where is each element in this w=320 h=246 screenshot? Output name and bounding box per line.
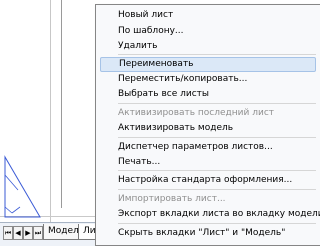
context-menu: Новый лист По шаблону... Удалить Переиме… (95, 4, 320, 246)
last-tab-button[interactable]: ⏭ (33, 226, 43, 240)
menu-separator (118, 54, 316, 55)
menu-item-activate-last[interactable]: Активизировать последний лист (118, 106, 274, 121)
menu-separator (118, 170, 316, 171)
menu-item-delete[interactable]: Удалить (118, 39, 157, 54)
menu-separator (118, 103, 316, 104)
first-tab-button[interactable]: ⏮ (3, 226, 13, 240)
menu-item-page-setup-manager[interactable]: Диспетчер параметров листов... (118, 140, 273, 155)
menu-item-move-copy[interactable]: Переместить/копировать... (118, 72, 247, 87)
menu-item-select-all[interactable]: Выбрать все листы (118, 87, 209, 102)
menu-item-import-sheet[interactable]: Импортировать лист... (118, 192, 226, 207)
menu-item-print[interactable]: Печать... (118, 155, 160, 170)
menu-item-export-to-model[interactable]: Экспорт вкладки листа во вкладку модели.… (118, 207, 320, 222)
prev-tab-button[interactable]: ◀ (13, 226, 23, 240)
menu-item-drafting-standards[interactable]: Настройка стандарта оформления... (118, 173, 292, 188)
menu-separator (118, 137, 316, 138)
next-tab-button[interactable]: ▶ (23, 226, 33, 240)
drawing-guide-line (50, 0, 51, 222)
menu-item-rename[interactable]: Переименовать (100, 57, 316, 72)
sheet-border-line (61, 0, 62, 208)
menu-item-hide-tabs[interactable]: Скрыть вкладки "Лист" и "Модель" (118, 226, 285, 241)
menu-item-activate-model[interactable]: Активизировать модель (118, 121, 233, 136)
menu-item-new-sheet[interactable]: Новый лист (118, 8, 173, 23)
menu-separator (118, 189, 316, 190)
menu-separator (118, 223, 316, 224)
triangle-drawing (4, 155, 41, 218)
menu-item-from-template[interactable]: По шаблону... (118, 24, 184, 39)
